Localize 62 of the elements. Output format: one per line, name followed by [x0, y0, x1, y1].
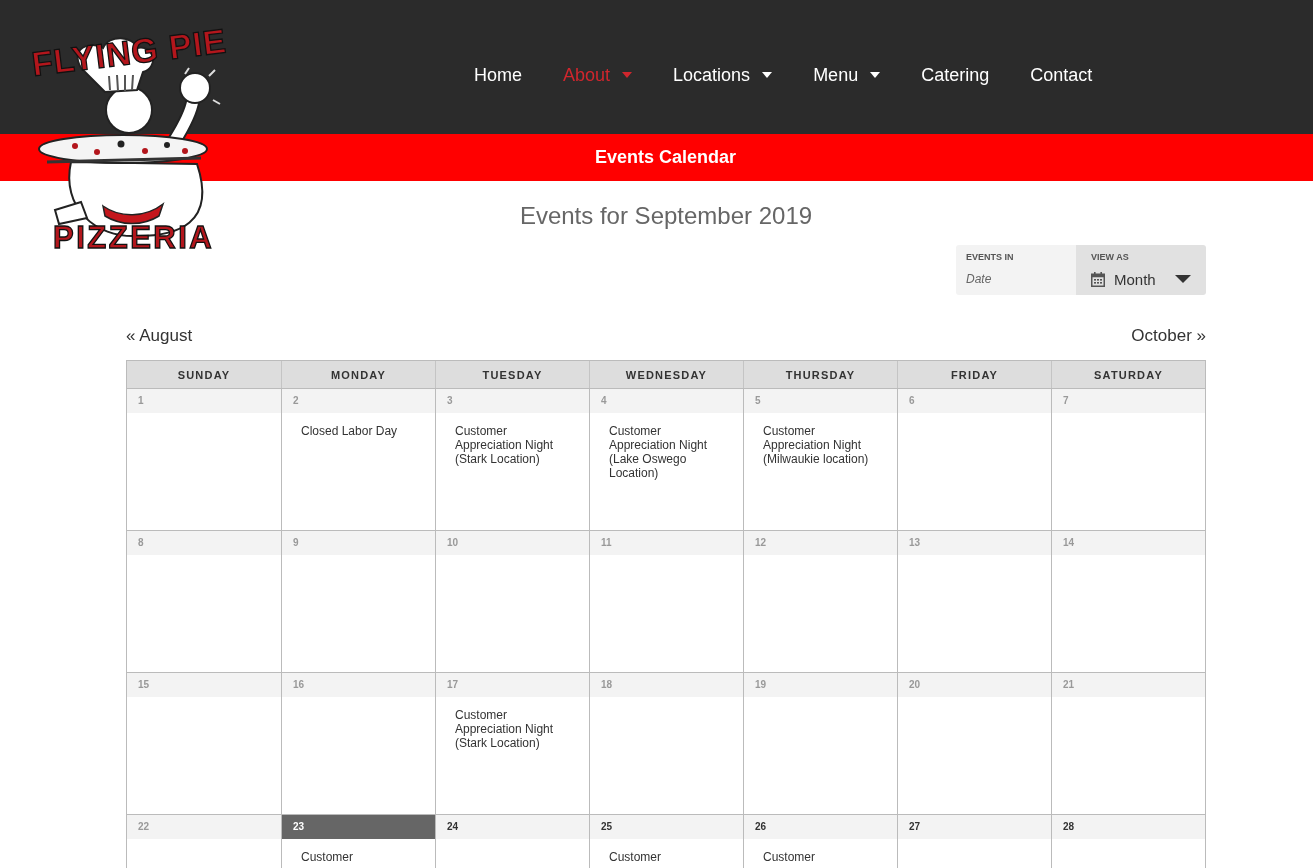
- weekday-heading: THURSDAY: [785, 368, 856, 381]
- day-number: 22: [127, 815, 281, 839]
- weekday-heading: MONDAY: [330, 368, 387, 381]
- day-number: 6: [898, 389, 1051, 413]
- event-link[interactable]: Customer Appreciation Night (Lake Oswego Location): [609, 424, 727, 480]
- previous-month-link[interactable]: « August: [126, 327, 193, 345]
- weekday-heading: SUNDAY: [177, 368, 231, 381]
- nav-link[interactable]: Catering: [921, 64, 990, 86]
- caret-icon: [622, 72, 633, 78]
- day-number: 4: [590, 389, 743, 413]
- day-number: 9: [282, 531, 435, 555]
- event-link[interactable]: Customer: [763, 850, 881, 864]
- caret-icon: [870, 72, 881, 78]
- weekday-heading: WEDNESDAY: [625, 368, 708, 381]
- event-link[interactable]: Customer Appreciation Night (Milwaukie location): [763, 424, 881, 466]
- view-select[interactable]: VIEW AS Month: [1076, 245, 1206, 295]
- day-number: 17: [436, 673, 589, 697]
- event-link[interactable]: Customer: [609, 850, 727, 864]
- caret-icon: [1175, 275, 1191, 283]
- logo-text: PIZZERIA: [53, 220, 215, 255]
- logo-text: FLYING PIE: [29, 21, 229, 83]
- day-number: 16: [282, 673, 435, 697]
- day-number: 13: [898, 531, 1051, 555]
- event-link[interactable]: Closed Labor Day: [301, 424, 419, 438]
- weekday-heading: TUESDAY: [482, 368, 543, 381]
- day-number: 8: [127, 531, 281, 555]
- event-link[interactable]: Customer Appreciation Night (Stark Location): [455, 424, 573, 466]
- day-number: 5: [744, 389, 897, 413]
- weekday-heading: FRIDAY: [950, 368, 999, 381]
- day-number: 20: [898, 673, 1051, 697]
- day-number: 14: [1052, 531, 1205, 555]
- nav-link[interactable]: Menu: [813, 64, 881, 86]
- next-month-link[interactable]: October »: [1131, 327, 1206, 345]
- day-number: 3: [436, 389, 589, 413]
- day-number: 21: [1052, 673, 1205, 697]
- day-number: 19: [744, 673, 897, 697]
- day-number: 11: [590, 531, 743, 555]
- nav-link[interactable]: Home: [474, 64, 522, 86]
- day-number: 18: [590, 673, 743, 697]
- date-field[interactable]: Date: [966, 271, 1000, 287]
- day-number: 26: [744, 815, 897, 839]
- day-number: 7: [1052, 389, 1205, 413]
- day-number: 1: [127, 389, 281, 413]
- day-number: 23: [282, 815, 435, 839]
- nav-link[interactable]: Contact: [1030, 64, 1093, 86]
- day-number: 15: [127, 673, 281, 697]
- calendar-icon: [1091, 271, 1105, 287]
- day-number: 10: [436, 531, 589, 555]
- day-number: 2: [282, 389, 435, 413]
- nav-link[interactable]: Locations: [673, 64, 773, 86]
- day-number: 25: [590, 815, 743, 839]
- event-link[interactable]: Customer Appreciation Night (Stark Location): [455, 708, 573, 750]
- day-number: 28: [1052, 815, 1205, 839]
- weekday-heading: SATURDAY: [1094, 368, 1163, 381]
- date-filter[interactable]: EVENTS IN Date: [956, 245, 1076, 295]
- page-title: Events for September 2019: [519, 202, 813, 230]
- day-number: 12: [744, 531, 897, 555]
- day-number: 24: [436, 815, 589, 839]
- event-link[interactable]: Customer: [301, 850, 419, 864]
- banner-title: Events Calendar: [594, 147, 737, 168]
- day-number: 27: [898, 815, 1051, 839]
- caret-icon: [762, 72, 773, 78]
